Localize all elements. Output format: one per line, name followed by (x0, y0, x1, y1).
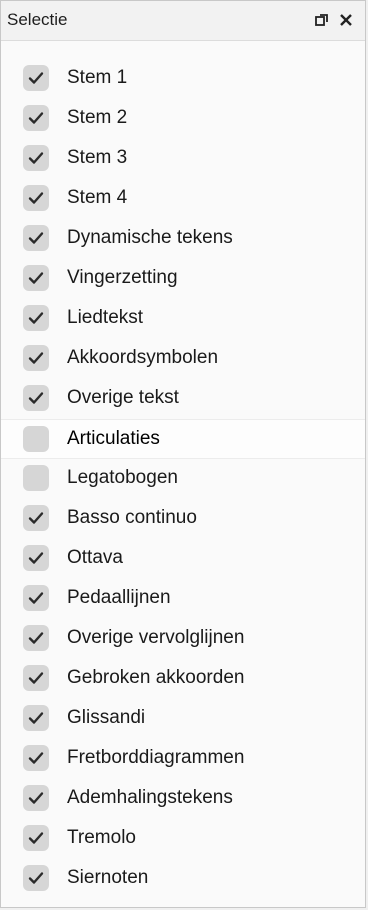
filter-checkbox[interactable] (23, 705, 49, 731)
filter-label: Ademhalingstekens (67, 787, 233, 808)
filter-label: Stem 2 (67, 107, 128, 128)
filter-checkbox[interactable] (23, 305, 49, 331)
checkmark-icon (28, 152, 44, 164)
filter-item[interactable]: Legatobogen (1, 459, 365, 499)
filter-checkbox[interactable] (23, 65, 49, 91)
filter-checkbox[interactable] (23, 545, 49, 571)
filter-label: Akkoordsymbolen (67, 347, 219, 368)
checkmark-icon (28, 552, 44, 564)
filter-item[interactable]: Tremolo (1, 819, 365, 859)
filter-label: Overige vervolglijnen (67, 627, 245, 648)
filter-checkbox[interactable] (23, 785, 49, 811)
filter-checkbox[interactable] (23, 265, 49, 291)
filter-label: Legatobogen (67, 467, 178, 488)
float-restore-icon[interactable] (311, 9, 333, 31)
filter-checkbox[interactable] (23, 465, 49, 491)
checkmark-icon (28, 632, 44, 644)
filter-label: Siernoten (67, 867, 149, 888)
filter-item[interactable]: Stem 4 (1, 179, 365, 219)
filter-checkbox[interactable] (23, 145, 49, 171)
filter-label: Articulaties (67, 428, 160, 449)
selection-filter-list: Stem 1 Stem 2 Stem 3 Stem 4 Dynamische teken… (1, 59, 365, 899)
filter-label: Glissandi (67, 707, 146, 728)
filter-label: Gebroken akkoorden (67, 667, 245, 688)
checkmark-icon (28, 392, 44, 404)
filter-label: Stem 4 (67, 187, 128, 208)
filter-checkbox[interactable] (23, 585, 49, 611)
filter-item[interactable]: Ademhalingstekens (1, 779, 365, 819)
selection-panel: Selectie Stem 1 Stem 2 Stem 3 Stem 4 Dynamis… (0, 0, 366, 908)
filter-label: Overige tekst (67, 387, 179, 408)
filter-label: Vingerzetting (67, 267, 178, 288)
filter-label: Tremolo (67, 827, 136, 848)
checkmark-icon (28, 712, 44, 724)
filter-label: Ottava (67, 547, 123, 568)
checkmark-icon (28, 872, 44, 884)
close-icon[interactable] (335, 9, 357, 31)
checkmark-icon (28, 272, 44, 284)
checkmark-icon (28, 112, 44, 124)
filter-checkbox[interactable] (23, 505, 49, 531)
filter-item[interactable]: Liedtekst (1, 299, 365, 339)
filter-item[interactable]: Vingerzetting (1, 259, 365, 299)
filter-label: Stem 1 (67, 67, 128, 88)
filter-item[interactable]: Articulaties (1, 419, 365, 459)
panel-title: Selectie (7, 10, 68, 29)
filter-item[interactable]: Overige tekst (1, 379, 365, 419)
filter-item[interactable]: Stem 2 (1, 99, 365, 139)
filter-item[interactable]: Stem 3 (1, 139, 365, 179)
filter-item[interactable]: Ottava (1, 539, 365, 579)
filter-label: Stem 3 (67, 147, 128, 168)
checkmark-icon (28, 352, 44, 364)
filter-label: Fretborddiagrammen (67, 747, 245, 768)
filter-label: Liedtekst (67, 307, 144, 328)
filter-item[interactable]: Pedaallijnen (1, 579, 365, 619)
checkmark-icon (28, 312, 44, 324)
checkmark-icon (28, 232, 44, 244)
filter-item[interactable]: Akkoordsymbolen (1, 339, 365, 379)
filter-checkbox[interactable] (23, 665, 49, 691)
panel-titlebar: Selectie (1, 1, 365, 41)
filter-label: Dynamische tekens (67, 227, 233, 248)
filter-checkbox[interactable] (23, 185, 49, 211)
filter-checkbox[interactable] (23, 625, 49, 651)
filter-item[interactable]: Fretborddiagrammen (1, 739, 365, 779)
checkmark-icon (28, 592, 44, 604)
filter-item[interactable]: Gebroken akkoorden (1, 659, 365, 699)
filter-checkbox[interactable] (23, 426, 49, 452)
checkmark-icon (28, 192, 44, 204)
filter-item[interactable]: Dynamische tekens (1, 219, 365, 259)
filter-item[interactable]: Stem 1 (1, 59, 365, 99)
filter-item[interactable]: Basso continuo (1, 499, 365, 539)
filter-checkbox[interactable] (23, 825, 49, 851)
filter-item[interactable]: Siernoten (1, 859, 365, 899)
checkmark-icon (28, 752, 44, 764)
filter-item[interactable]: Overige vervolglijnen (1, 619, 365, 659)
checkmark-icon (28, 72, 44, 84)
filter-label: Basso continuo (67, 507, 197, 528)
filter-checkbox[interactable] (23, 105, 49, 131)
filter-checkbox[interactable] (23, 745, 49, 771)
filter-label: Pedaallijnen (67, 587, 171, 608)
filter-checkbox[interactable] (23, 385, 49, 411)
checkmark-icon (28, 512, 44, 524)
checkmark-icon (28, 792, 44, 804)
filter-checkbox[interactable] (23, 345, 49, 371)
checkmark-icon (28, 672, 44, 684)
filter-checkbox[interactable] (23, 865, 49, 891)
filter-item[interactable]: Glissandi (1, 699, 365, 739)
checkmark-icon (28, 832, 44, 844)
filter-checkbox[interactable] (23, 225, 49, 251)
